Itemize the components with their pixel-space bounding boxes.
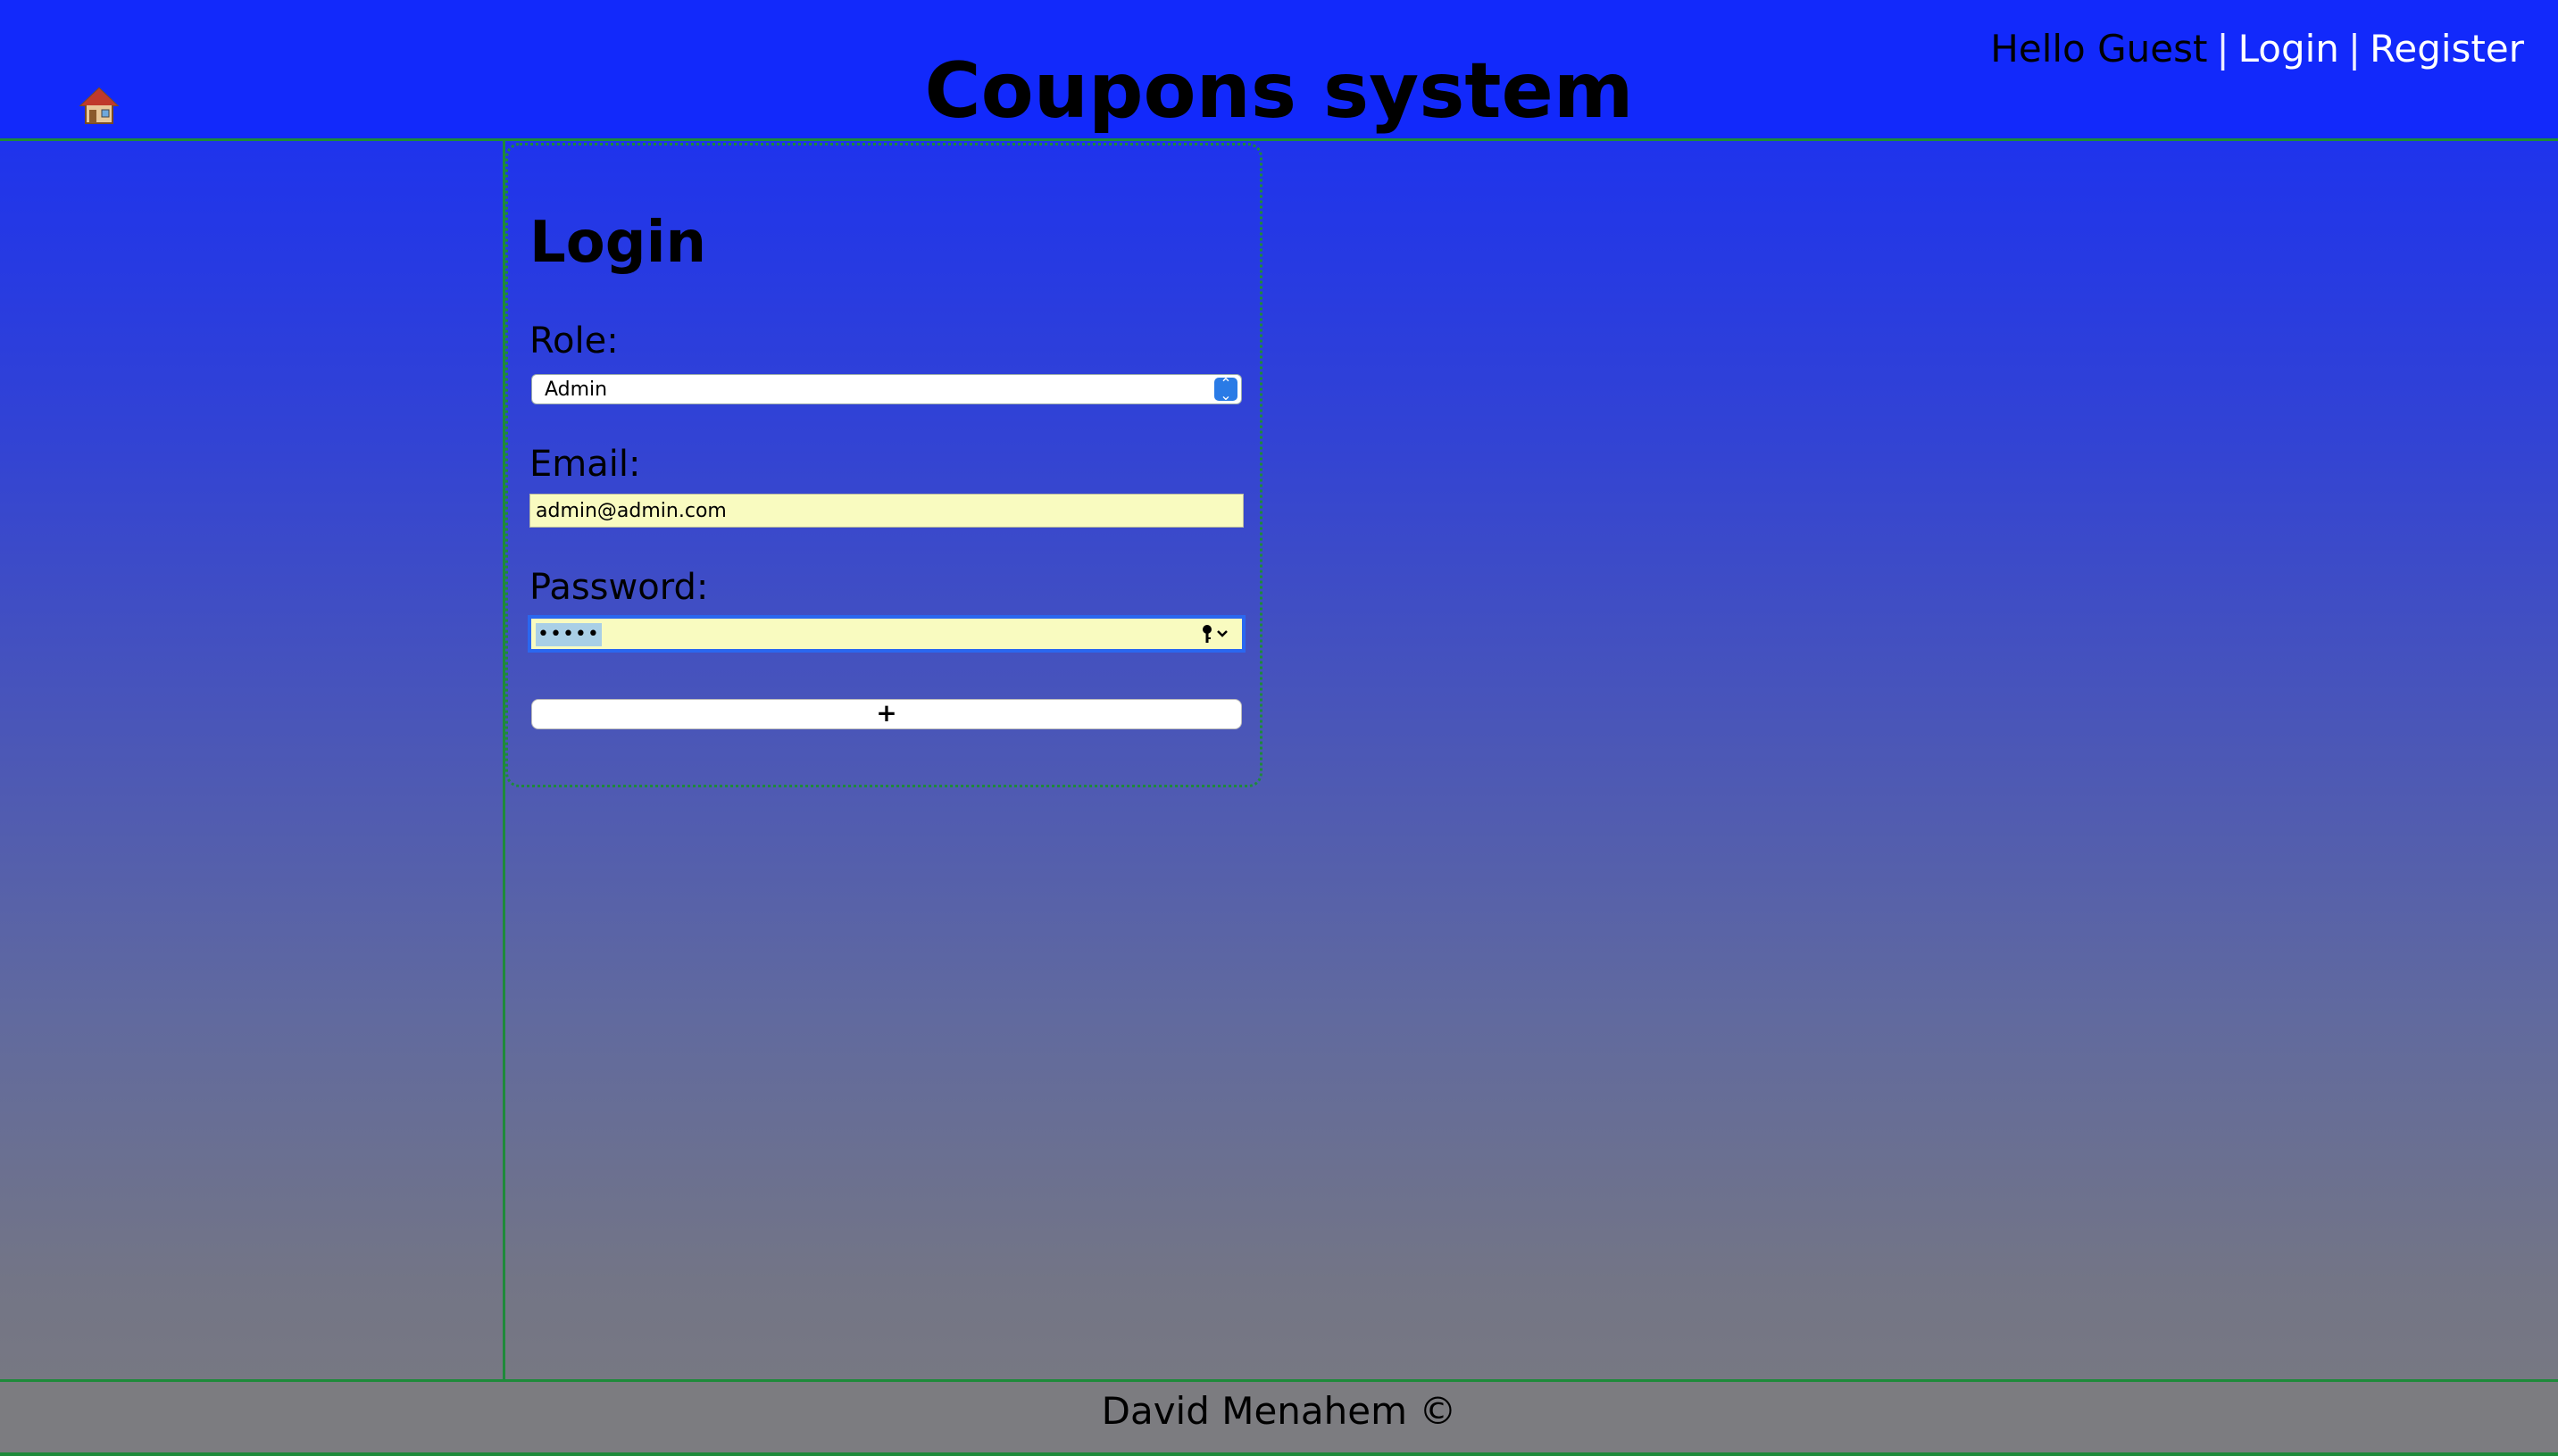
email-label: Email:	[529, 444, 641, 485]
footer-copyright: David Menahem ©	[1101, 1389, 1457, 1433]
site-header: Coupons system Hello Guest | Login | Registe…	[0, 0, 2558, 141]
email-value: admin@admin.com	[536, 500, 727, 522]
greeting-text: Hello Guest	[1990, 27, 2208, 71]
role-select-value: Admin	[545, 379, 608, 401]
password-field[interactable]: •••••	[528, 615, 1246, 653]
password-label: Password:	[529, 567, 709, 608]
user-bar: Hello Guest | Login | Register	[1990, 27, 2524, 71]
site-footer: David Menahem ©	[0, 1379, 2558, 1456]
password-value: •••••	[536, 623, 602, 646]
login-card: Login Role: Admin ⌃ ⌄ Email: admin@admin.…	[505, 143, 1262, 787]
email-field[interactable]: admin@admin.com	[529, 494, 1244, 528]
separator: |	[2347, 27, 2362, 71]
login-link[interactable]: Login	[2238, 27, 2339, 71]
login-title: Login	[529, 210, 707, 276]
key-icon[interactable]	[1200, 621, 1232, 646]
submit-button[interactable]: +	[531, 699, 1242, 729]
separator: |	[2216, 27, 2229, 71]
role-label: Role:	[529, 320, 619, 362]
select-updown-icon: ⌃ ⌄	[1214, 377, 1237, 403]
register-link[interactable]: Register	[2370, 27, 2524, 71]
role-select[interactable]: Admin ⌃ ⌄	[531, 374, 1242, 404]
